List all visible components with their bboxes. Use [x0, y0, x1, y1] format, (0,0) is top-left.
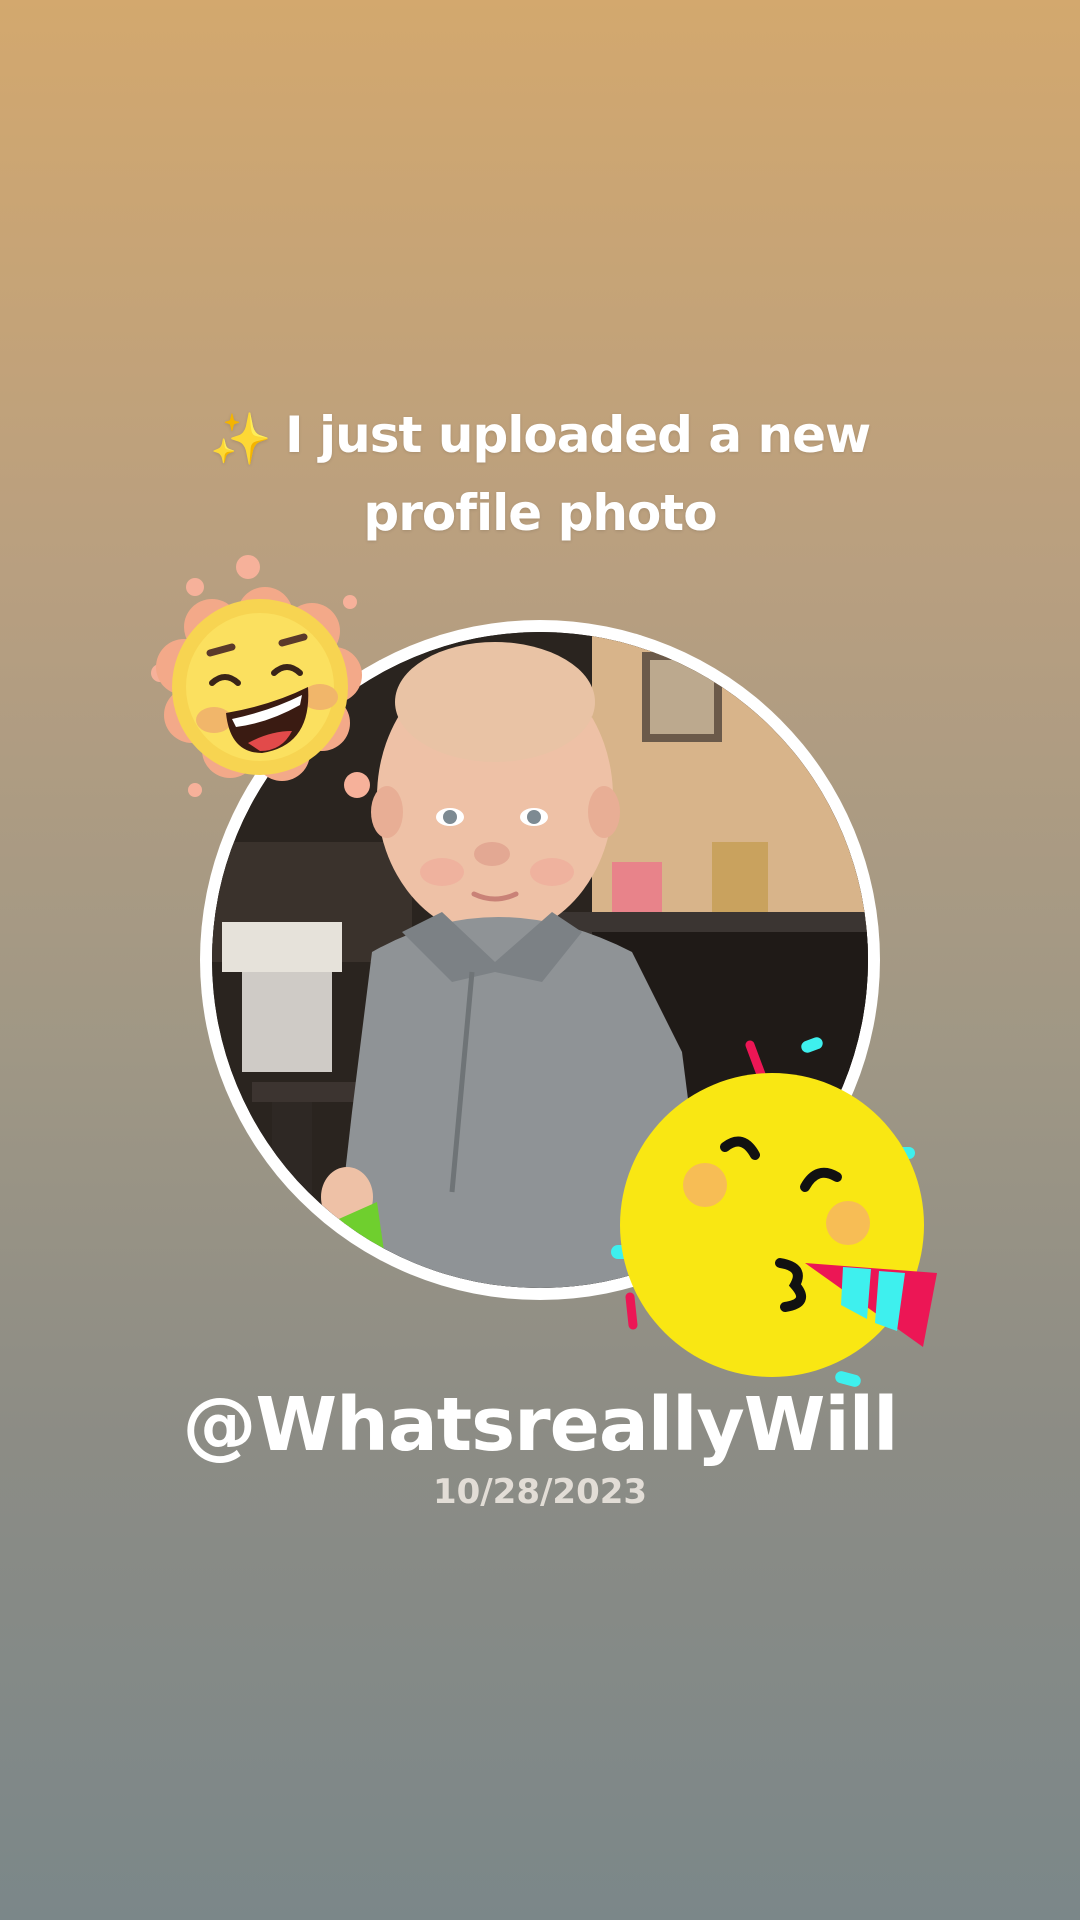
- sparkles-icon: ✨: [209, 410, 272, 468]
- headline-line-1: ✨ I just uploaded a new: [140, 398, 940, 476]
- headline-line-2: profile photo: [363, 484, 717, 542]
- username: @WhatsreallyWill: [182, 1382, 899, 1468]
- upload-date: 10/28/2023: [432, 1472, 648, 1512]
- party-face-icon: [611, 1037, 937, 1387]
- laughing-sun-icon: [151, 555, 370, 798]
- headline: ✨ I just uploaded a new profile photo: [140, 398, 940, 550]
- headline-text-1: I just uploaded a new: [285, 406, 871, 464]
